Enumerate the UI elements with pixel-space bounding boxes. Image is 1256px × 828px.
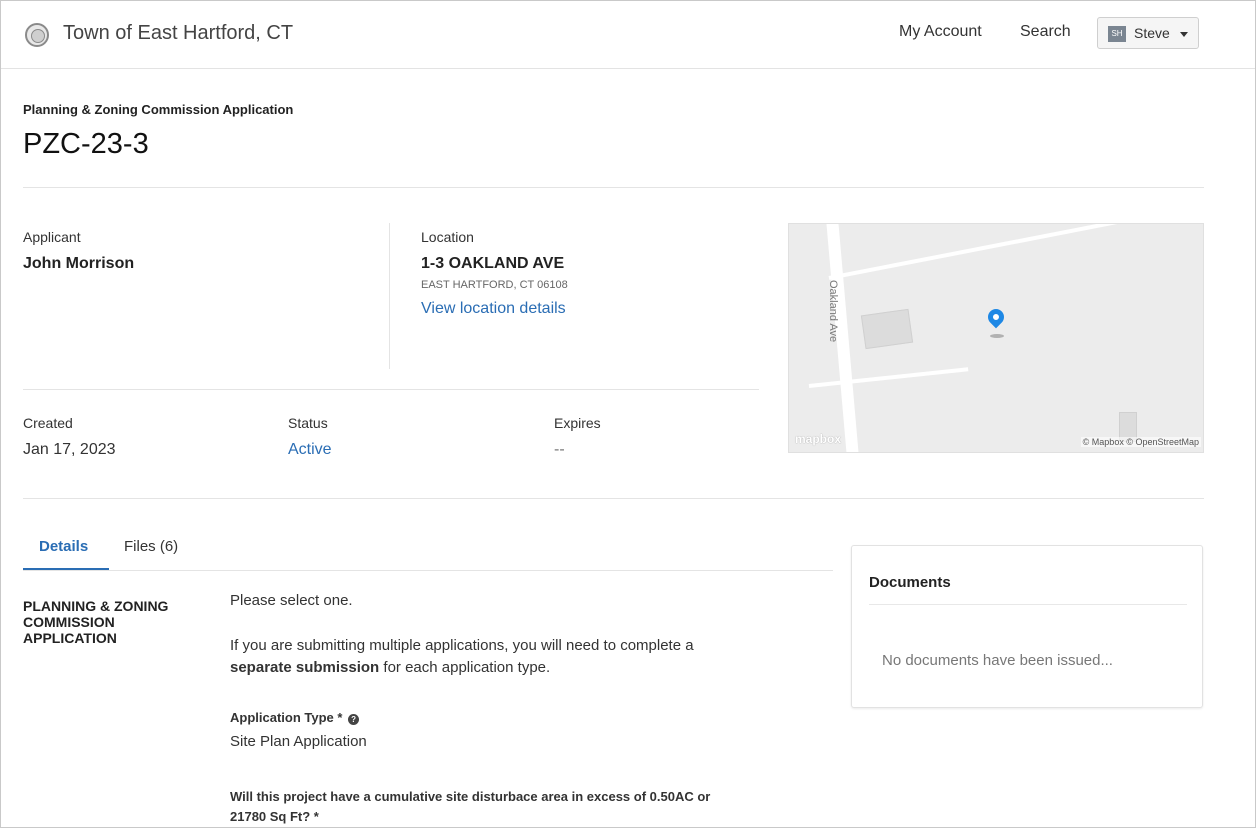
info-divider — [23, 389, 759, 390]
record-type: Planning & Zoning Commission Application — [23, 102, 294, 117]
multi-application-note: If you are submitting multiple applicati… — [230, 635, 790, 679]
documents-panel: Documents No documents have been issued.… — [851, 545, 1203, 708]
status-label: Status — [288, 415, 328, 431]
note-text-end: for each application type. — [383, 659, 551, 676]
section-divider — [23, 498, 1204, 499]
tab-details[interactable]: Details — [39, 538, 88, 555]
disturbance-question: Will this project have a cumulative site… — [230, 787, 710, 827]
documents-divider — [869, 604, 1187, 605]
application-type-value: Site Plan Application — [230, 733, 367, 750]
application-type-label: Application Type * ? — [230, 710, 360, 725]
header-divider — [23, 187, 1204, 188]
application-type-label-text: Application Type * — [230, 710, 343, 725]
note-text: If you are submitting multiple applicati… — [230, 637, 694, 654]
intro-text: Please select one. — [230, 592, 353, 609]
created-label: Created — [23, 415, 73, 431]
question-circle-icon[interactable]: ? — [348, 714, 360, 725]
expires-label: Expires — [554, 415, 601, 431]
top-navbar: Town of East Hartford, CT My Account Sea… — [1, 1, 1255, 69]
applicant-label: Applicant — [23, 229, 81, 245]
map-attribution[interactable]: © Mapbox © OpenStreetMap — [1080, 437, 1201, 447]
expires-value: -- — [554, 441, 565, 458]
town-title[interactable]: Town of East Hartford, CT — [63, 22, 293, 45]
map-pin-shadow — [990, 334, 1004, 338]
created-value: Jan 17, 2023 — [23, 441, 116, 458]
section-title: PLANNING & ZONING COMMISSION APPLICATION — [23, 598, 169, 646]
note-emphasis: separate submission — [230, 659, 380, 676]
view-location-details-link[interactable]: View location details — [421, 300, 566, 318]
map-building — [860, 308, 914, 350]
my-account-link[interactable]: My Account — [899, 23, 982, 41]
app-frame: Town of East Hartford, CT My Account Sea… — [0, 0, 1256, 828]
question-line-1: Will this project have a cumulative site… — [230, 789, 711, 804]
documents-title: Documents — [869, 574, 951, 591]
location-city: EAST HARTFORD, CT 06108 — [421, 279, 568, 291]
location-address: 1-3 OAKLAND AVE — [421, 255, 565, 272]
applicant-name: John Morrison — [23, 255, 135, 272]
location-label: Location — [421, 229, 474, 245]
caret-down-icon — [1180, 32, 1188, 37]
avatar: SH — [1108, 26, 1126, 42]
tabs-divider — [23, 570, 833, 571]
search-link[interactable]: Search — [1020, 23, 1071, 41]
map-street-label: Oakland Ave — [827, 280, 839, 343]
location-map[interactable]: Oakland Ave mapbox © Mapbox © OpenStreet… — [788, 223, 1204, 453]
map-road — [808, 367, 969, 388]
user-menu-button[interactable]: SH Steve — [1097, 17, 1199, 49]
mapbox-logo[interactable]: mapbox — [795, 432, 841, 446]
page-title: PZC-23-3 — [23, 128, 149, 160]
map-road — [828, 224, 1154, 280]
town-seal-icon[interactable] — [25, 23, 49, 47]
question-line-2: 21780 Sq Ft? * — [230, 809, 319, 824]
map-pin-icon[interactable] — [984, 305, 1008, 329]
documents-empty-message: No documents have been issued... — [882, 652, 1113, 669]
user-name: Steve — [1134, 25, 1170, 41]
status-value[interactable]: Active — [288, 441, 332, 459]
tab-files[interactable]: Files (6) — [124, 538, 178, 555]
column-divider — [389, 223, 390, 369]
